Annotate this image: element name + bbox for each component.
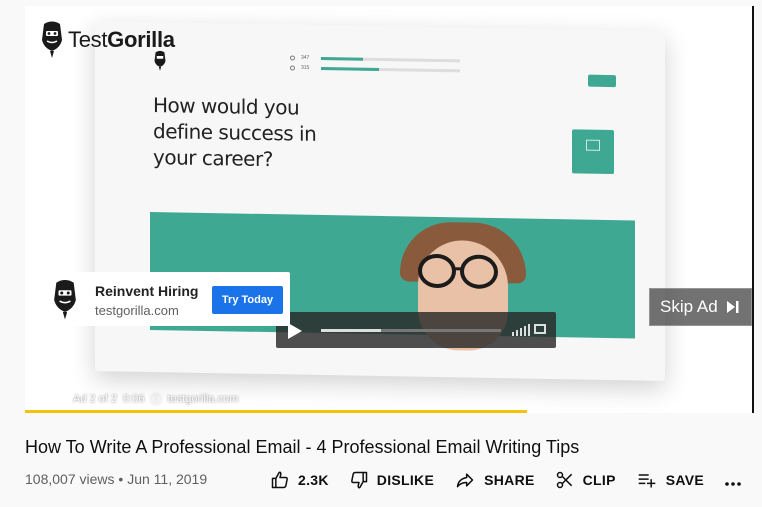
thumbs-up-icon [271, 471, 288, 489]
gorilla-icon [42, 21, 62, 58]
embedded-video-controls [276, 312, 556, 348]
advertiser-logo-icon [54, 279, 76, 320]
video-title: How To Write A Professional Email - 4 Pr… [25, 437, 580, 457]
video-player[interactable]: 347 315 How would you define success in … [25, 6, 752, 413]
share-label: SHARE [484, 472, 535, 488]
slide-image-card [572, 129, 614, 175]
upload-date: Jun 11, 2019 [127, 471, 208, 487]
mini-stat-1: 347 [301, 54, 310, 61]
dislike-label: DISLIKE [376, 472, 435, 488]
gorilla-icon-small [154, 50, 166, 71]
more-options-icon[interactable] [723, 472, 743, 492]
fullscreen-icon [534, 324, 546, 334]
clip-label: CLIP [582, 472, 616, 488]
action-bar: 2.3K DISLIKE SHARE CLIP SAVE [270, 470, 724, 490]
save-button[interactable]: SAVE [636, 470, 704, 490]
play-icon [288, 323, 302, 339]
ad-progress-fill [25, 410, 527, 413]
ad-url[interactable]: testgorilla.com [167, 393, 238, 405]
skip-ad-label: Skip Ad [660, 297, 718, 316]
try-today-button[interactable]: Try Today [212, 286, 283, 314]
dislike-button[interactable]: DISLIKE [349, 470, 434, 490]
clip-button[interactable]: CLIP [555, 470, 616, 490]
share-button[interactable]: SHARE [454, 470, 535, 490]
save-label: SAVE [665, 472, 705, 488]
thumbs-down-icon [350, 471, 368, 489]
skip-ad-button[interactable]: Skip Ad [649, 288, 752, 326]
scissors-icon [556, 471, 572, 489]
ad-position: Ad 2 of 2 [73, 393, 118, 405]
ad-time: 0:06 [123, 393, 145, 405]
slide-mini-stats: 347 315 [290, 54, 460, 77]
video-views-date: 108,007 views • Jun 11, 2019 [25, 471, 208, 487]
ad-domain[interactable]: testgorilla.com [95, 303, 179, 318]
share-icon [456, 473, 474, 488]
view-count: 108,007 views [25, 471, 115, 487]
slide-button [588, 74, 616, 88]
embedded-seek-bar [321, 329, 501, 332]
like-button[interactable]: 2.3K [270, 470, 329, 490]
ad-meta: Ad 2 of 2 0:06 ⓘ testgorilla.com [73, 391, 238, 407]
ad-card[interactable]: Reinvent Hiring testgorilla.com Try Toda… [42, 272, 290, 326]
ad-title[interactable]: Reinvent Hiring [95, 283, 198, 299]
ad-progress-bar[interactable] [25, 410, 752, 413]
playlist-add-icon [638, 474, 656, 488]
player-edge [752, 6, 754, 413]
like-count: 2.3K [298, 472, 329, 488]
info-icon[interactable]: ⓘ [150, 391, 161, 407]
slide-question: How would you define success in your car… [153, 93, 317, 172]
mini-stat-2: 315 [301, 64, 310, 71]
skip-next-icon [726, 300, 740, 314]
volume-icon [512, 324, 530, 336]
